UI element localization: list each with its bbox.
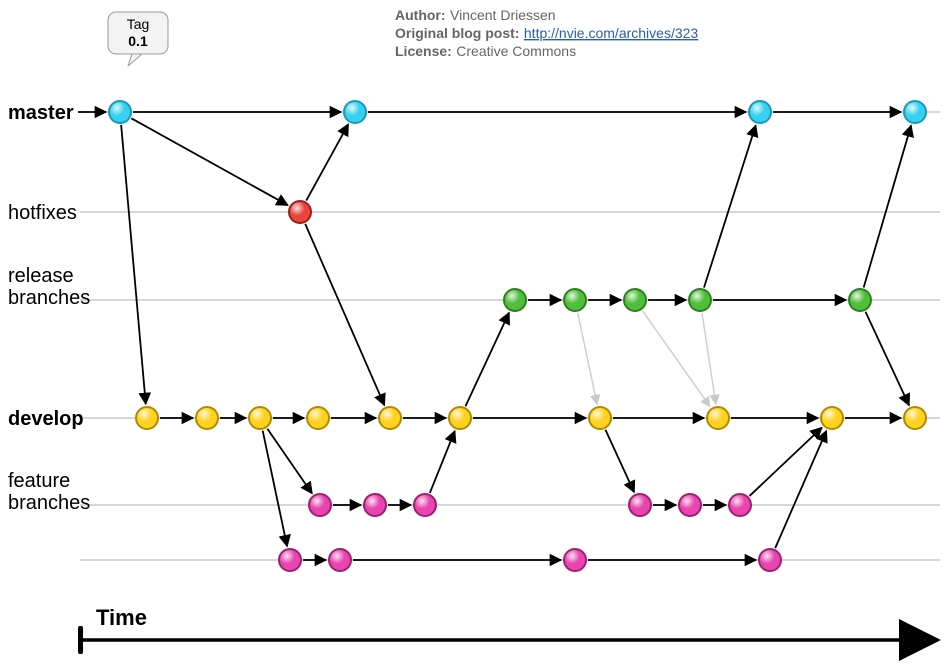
edge	[642, 311, 709, 407]
commit-d4	[379, 407, 401, 429]
commit-fA1	[364, 494, 386, 516]
edge	[121, 125, 146, 404]
commit-r0	[504, 289, 526, 311]
meta-license-value: Creative Commons	[456, 43, 576, 59]
commit-d1	[196, 407, 218, 429]
commit-fA4	[679, 494, 701, 516]
edge	[263, 431, 287, 547]
meta-block: Author: Vincent Driessen Original blog p…	[395, 7, 698, 60]
edge	[749, 428, 821, 496]
tag-line1: Tag	[127, 16, 150, 32]
commit-r2	[624, 289, 646, 311]
commit-m0	[109, 101, 131, 123]
commit-m1	[344, 101, 366, 123]
commit-r1	[564, 289, 586, 311]
commit-fB2	[564, 549, 586, 571]
lane-label-release: releasebranches	[8, 265, 90, 309]
commit-fB1	[329, 549, 351, 571]
edge	[430, 431, 455, 493]
commit-d5	[449, 407, 471, 429]
lane-label-master: master	[8, 102, 74, 124]
commit-d9	[904, 407, 926, 429]
commit-h0	[289, 201, 311, 223]
edge	[702, 313, 716, 404]
commit-fB3	[759, 549, 781, 571]
time-label: Time	[96, 605, 147, 630]
commit-fA5	[729, 494, 751, 516]
meta-author-value: Vincent Driessen	[450, 7, 556, 23]
time-axis: Time	[78, 605, 920, 654]
commit-fA0	[309, 494, 331, 516]
commit-m2	[749, 101, 771, 123]
edge	[131, 118, 287, 205]
commit-r3	[689, 289, 711, 311]
gitflow-diagram: Tag 0.1 Author: Vincent Driessen Origina…	[0, 0, 948, 668]
edge	[306, 124, 348, 200]
commit-fA3	[629, 494, 651, 516]
commit-fB0	[279, 549, 301, 571]
edge	[605, 430, 634, 492]
tag-line2: 0.1	[128, 33, 148, 49]
svg-text:Author: Vincent Driessen: Author: Vincent Driessen	[395, 7, 556, 24]
meta-post-label: Original blog post:	[395, 25, 519, 41]
meta-post-link[interactable]: http://nvie.com/archives/323	[524, 25, 699, 41]
commit-m3	[904, 101, 926, 123]
commit-fA2	[414, 494, 436, 516]
svg-text:License: Creative Commons: License: Creative Commons	[395, 43, 576, 60]
commit-r4	[849, 289, 871, 311]
commit-d8	[821, 407, 843, 429]
commit-d6	[589, 407, 611, 429]
edge	[704, 125, 756, 287]
lane-label-hotfixes: hotfixes	[8, 202, 77, 224]
edge	[465, 313, 509, 407]
edge	[864, 125, 911, 287]
svg-text:Original blog post: http://nvi: Original blog post: http://nvie.com/arch…	[395, 25, 698, 42]
edge	[578, 313, 597, 405]
meta-author-label: Author:	[395, 7, 446, 23]
lane-label-feature1: featurebranches	[8, 470, 90, 514]
commit-d0	[136, 407, 158, 429]
commit-d3	[307, 407, 329, 429]
commit-d2	[249, 407, 271, 429]
commit-d7	[707, 407, 729, 429]
edge	[305, 224, 384, 405]
tag-callout: Tag 0.1	[108, 12, 168, 66]
edge	[865, 312, 909, 406]
lane-label-develop: develop	[8, 408, 84, 430]
meta-license-label: License:	[395, 43, 452, 59]
